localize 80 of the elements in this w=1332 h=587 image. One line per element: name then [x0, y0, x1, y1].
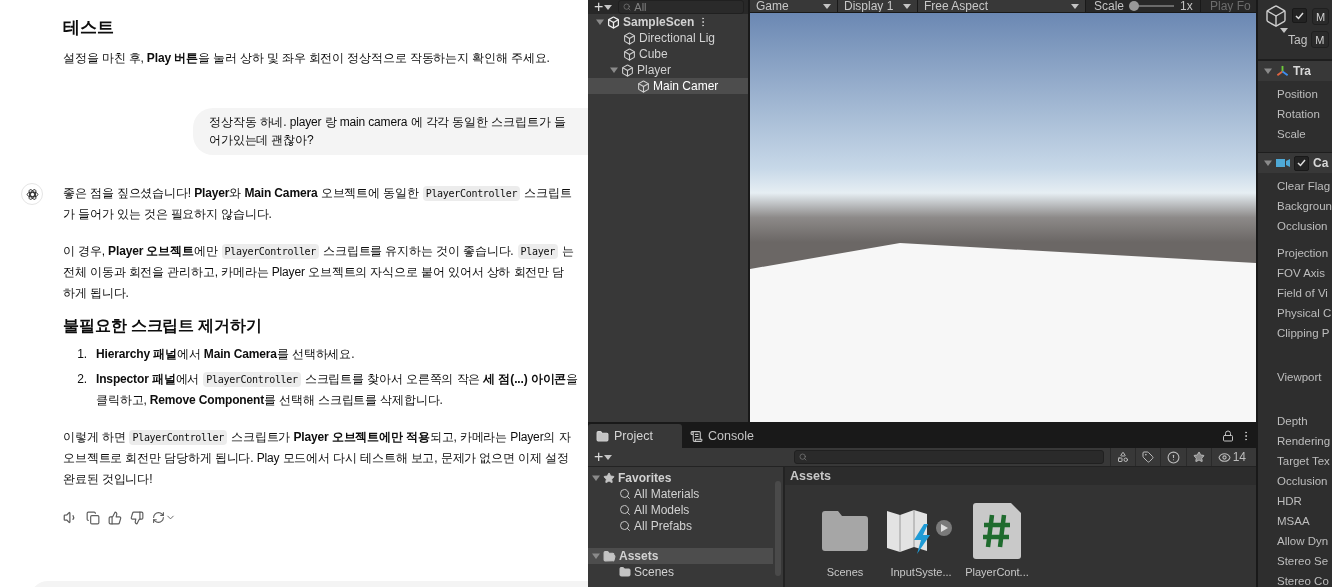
property-label: Occlusion: [1277, 474, 1328, 489]
property-label: MSAA: [1277, 514, 1310, 529]
message-text: 가 들어가 있는 것은 필요하지 않습니다.: [63, 206, 272, 223]
hierarchy-item[interactable]: SampleScen: [588, 14, 748, 30]
section-heading: 불필요한 스크립트 제거하기: [63, 316, 263, 336]
message-text: Inspector 패널에서: [96, 371, 200, 388]
inline-code: PlayerController: [422, 186, 521, 201]
message-text: 이렇게 하면: [63, 429, 126, 446]
property-label: Stereo Se: [1277, 554, 1329, 569]
property-label: Rendering: [1277, 434, 1331, 449]
asset-item[interactable]: InputSyste...: [889, 502, 953, 578]
project-tree-item[interactable]: Favorites: [588, 470, 773, 486]
hierarchy-item[interactable]: Player: [588, 62, 748, 78]
list-number: 1.: [76, 346, 88, 363]
hierarchy-item[interactable]: Cube: [588, 46, 748, 62]
message-text: 스크립트를 유지하는 것이 좋습니다.: [323, 243, 514, 260]
panel-tab[interactable]: Project: [588, 424, 682, 448]
property-label: FOV Axis: [1277, 266, 1325, 281]
property-label: Clear Flag: [1277, 179, 1331, 194]
property-label: Occlusion: [1277, 219, 1328, 234]
message-text: 스크립트: [524, 185, 572, 202]
breadcrumb[interactable]: Assets: [785, 467, 1256, 485]
property-label: Physical C: [1277, 306, 1332, 321]
name-field[interactable]: M: [1312, 8, 1330, 25]
property-label: Target Tex: [1277, 454, 1330, 469]
message-text: 스크립트를 찾아서 오른쪽의 작은 세 점(...) 아이콘을: [304, 371, 579, 388]
tag-field[interactable]: M: [1311, 31, 1329, 48]
inline-code: PlayerController: [203, 372, 301, 387]
message-text: 클릭하고, Remove Component를 선택해 스크립트를 삭제합니다.: [96, 392, 443, 409]
section-heading: 테스트: [63, 17, 115, 39]
property-label: Rotation: [1277, 107, 1320, 122]
display-dropdown[interactable]: Display 1: [838, 0, 918, 12]
search-field[interactable]: All: [618, 0, 744, 14]
message-text: Hierarchy 패널에서 Main Camera를 선택하세요.: [96, 346, 355, 363]
project-tree-item[interactable]: All Prefabs: [588, 518, 773, 534]
property-label: Depth: [1277, 414, 1308, 429]
property-label: Backgroun: [1277, 199, 1332, 214]
asset-item[interactable]: Scenes: [813, 502, 877, 578]
property-label: Scale: [1277, 127, 1306, 142]
property-label: Viewport: [1277, 370, 1322, 385]
message-text: 스크립트가 Player 오브젝트에만 적용되고, 카메라는 Player의 자: [230, 429, 571, 446]
hierarchy-item[interactable]: Directional Lig: [588, 30, 748, 46]
property-label: HDR: [1277, 494, 1302, 509]
property-label: Allow Dyn: [1277, 534, 1329, 549]
message-text: 는: [561, 243, 574, 260]
add-button[interactable]: +: [592, 1, 615, 13]
message-text: 하게 됩니다.: [63, 285, 129, 302]
play-focus-label: Play Fo: [1209, 0, 1251, 12]
property-label: Position: [1277, 87, 1318, 102]
project-tree-item[interactable]: All Materials: [588, 486, 773, 502]
aspect-dropdown[interactable]: Free Aspect: [918, 0, 1086, 12]
project-tree-item[interactable]: Assets: [588, 548, 773, 564]
panel-tab[interactable]: Console: [682, 424, 772, 448]
message-text: 전체 이동과 회전을 관리하고, 카메라는 Player 오브젝트의 자식으로 붙어 있어서 상하 회전만 담: [63, 264, 565, 281]
user-message-text: 정상작동 하네. player 랑 main camera 에 각각 동일한 스크립트가 들: [209, 114, 567, 131]
view-dropdown[interactable]: Game: [750, 0, 838, 12]
asset-item[interactable]: PlayerCont...: [965, 502, 1029, 578]
inline-code: Player: [517, 244, 558, 259]
message-text: 좋은 점을 짚으셨습니다! Player와 Main Camera 오브젝트에 동일한: [63, 185, 419, 202]
message-text: 이 경우, Player 오브젝트에만: [63, 243, 218, 260]
property-label: Field of Vi: [1277, 286, 1328, 301]
inline-code: PlayerController: [129, 430, 227, 445]
user-message-text: 어가있는데 괜찮아?: [209, 132, 315, 149]
message-text: 완료된 것입니다!: [63, 471, 153, 488]
component-header[interactable]: Ca: [1258, 152, 1332, 173]
list-number: 2.: [76, 371, 88, 388]
message-text: 설정을 마친 후, Play 버튼을 눌러 상하 및 좌우 회전이 정상적으로 작동하는지 확인해 주세요.: [63, 50, 550, 67]
project-tree-item[interactable]: All Models: [588, 502, 773, 518]
property-label: Projection: [1277, 246, 1329, 261]
project-tree-item[interactable]: Scenes: [588, 564, 773, 580]
add-button[interactable]: +: [592, 451, 615, 463]
property-label: Stereo Co: [1277, 574, 1329, 587]
property-label: Clipping P: [1277, 326, 1330, 341]
tag-label: Tag: [1288, 32, 1308, 47]
hierarchy-item[interactable]: Main Camer: [588, 78, 748, 94]
component-header[interactable]: Tra: [1258, 60, 1332, 81]
message-text: 오브젝트로 회전만 담당하게 됩니다. Play 모드에서 다시 테스트해 보고, 문제가 없으면 이제 설정: [63, 450, 569, 467]
scale-reading: 1x: [1180, 0, 1193, 12]
inline-code: PlayerController: [221, 244, 320, 259]
scale-label: Scale: [1094, 0, 1125, 12]
